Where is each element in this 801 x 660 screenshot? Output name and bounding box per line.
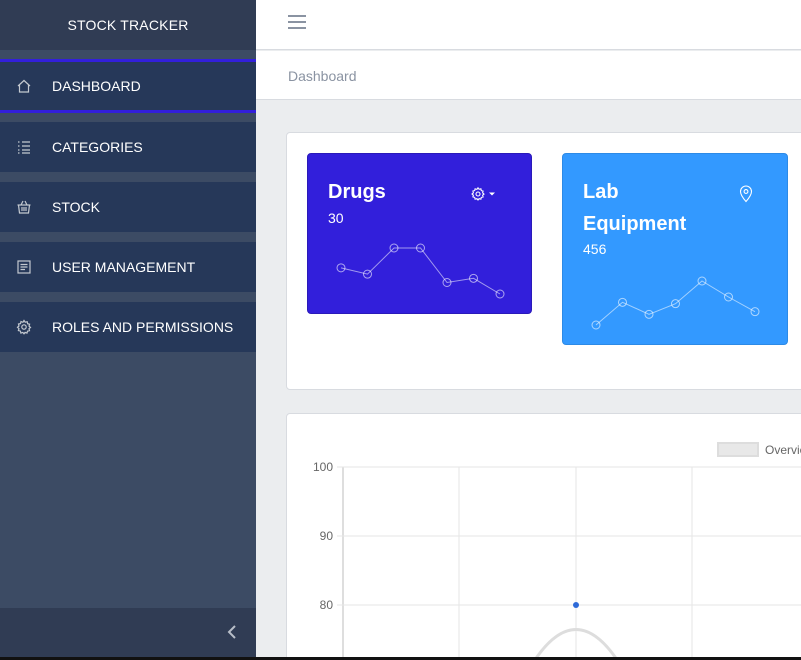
card-lab-equipment: Lab Equipment 456 [562, 153, 788, 345]
sidebar-item-user-management[interactable]: USER MANAGEMENT [0, 242, 256, 292]
sidebar-item-roles-and-permissions[interactable]: ROLES AND PERMISSIONS [0, 302, 256, 352]
card-title: Drugs [328, 181, 386, 203]
breadcrumb: Dashboard [288, 68, 357, 84]
legend-label[interactable]: Overview [765, 443, 801, 457]
overview-chart: Overview 100 90 80 [313, 442, 801, 660]
sidebar-item-label: DASHBOARD [52, 78, 141, 94]
document-icon [0, 259, 52, 275]
gear-icon [0, 319, 52, 335]
list-icon [0, 139, 52, 155]
overview-chart-panel: Overview 100 90 80 [286, 413, 801, 660]
brand-title: STOCK TRACKER [0, 0, 256, 50]
sidebar-item-label: STOCK [52, 199, 100, 215]
sidebar-item-label: USER MANAGEMENT [52, 259, 196, 275]
card-value: 30 [328, 210, 344, 226]
sidebar-item-dashboard[interactable]: DASHBOARD [0, 59, 256, 113]
sidebar: STOCK TRACKER DASHBOARD CATEGORIES STOCK… [0, 0, 256, 660]
sidebar-item-label: ROLES AND PERMISSIONS [52, 319, 234, 335]
subheader: Dashboard [256, 51, 801, 100]
data-point[interactable] [573, 602, 579, 608]
legend-swatch [717, 442, 759, 457]
hamburger-icon[interactable] [288, 15, 306, 31]
widgets-panel: Drugs 30 Lab Equipment 456 [286, 132, 801, 390]
y-tick-label: 90 [320, 529, 334, 543]
card-title: Lab Equipment [583, 181, 687, 235]
card-drugs: Drugs 30 [307, 153, 532, 314]
location-pin-icon[interactable] [738, 185, 754, 208]
sidebar-item-categories[interactable]: CATEGORIES [0, 122, 256, 172]
sidebar-minimize-button[interactable] [0, 608, 256, 660]
sparkline-line [595, 280, 756, 326]
sidebar-item-label: CATEGORIES [52, 139, 143, 155]
y-tick-label: 80 [320, 598, 334, 612]
gear-dropdown-icon[interactable] [470, 186, 500, 207]
y-tick-label: 100 [313, 460, 333, 474]
home-icon [0, 78, 52, 94]
header [256, 0, 801, 50]
sidebar-item-stock[interactable]: STOCK [0, 182, 256, 232]
chevron-left-icon [226, 624, 238, 645]
basket-icon [0, 199, 52, 215]
sparkline-point [336, 263, 346, 273]
card-sparkline [336, 243, 505, 299]
card-sparkline [591, 276, 760, 330]
